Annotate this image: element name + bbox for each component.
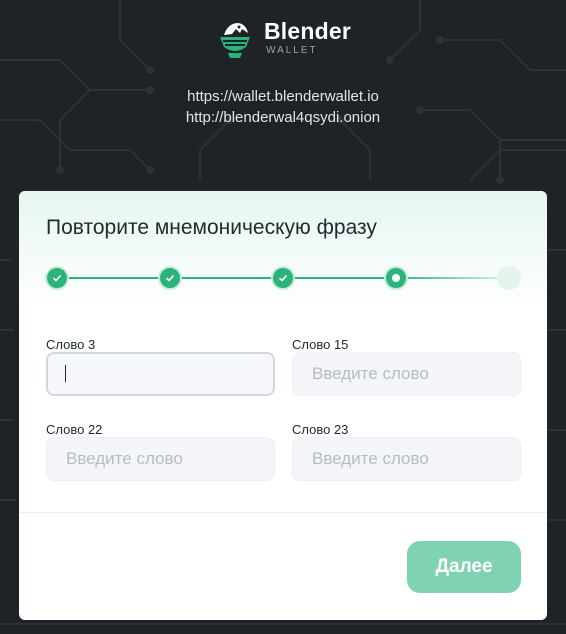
word-label: Слово 22 (46, 422, 103, 437)
step-4-current (384, 266, 408, 290)
card-header-background (19, 191, 547, 311)
word-field-3: Слово 22 (46, 422, 275, 481)
word-field-1: Слово 3 (46, 337, 275, 396)
stepper-line (57, 277, 170, 279)
word-input[interactable] (46, 352, 275, 396)
step-1-complete (45, 266, 69, 290)
checkmark-icon (52, 274, 62, 282)
step-3-complete (271, 266, 295, 290)
brand: Blender WALLET (214, 16, 351, 60)
step-2-complete (158, 266, 182, 290)
stepper-line (396, 277, 509, 279)
word-input[interactable] (292, 437, 521, 481)
word-label: Слово 15 (292, 337, 349, 352)
word-input[interactable] (292, 352, 521, 396)
word-label: Слово 23 (292, 422, 349, 437)
current-step-dot (392, 274, 400, 282)
text-caret (65, 365, 66, 382)
onion-link[interactable]: http://blenderwal4qsydi.onion (0, 107, 566, 128)
word-input[interactable] (46, 437, 275, 481)
checkmark-icon (278, 274, 288, 282)
stepper-line (170, 277, 283, 279)
site-links: https://wallet.blenderwallet.io http://b… (0, 86, 566, 128)
stepper-line (283, 277, 396, 279)
blender-logo-icon (220, 23, 250, 58)
step-5-pending (497, 266, 521, 290)
card-divider (19, 512, 547, 513)
brand-name: Blender (264, 18, 352, 44)
page-title: Повторите мнемоническую фразу (46, 216, 377, 239)
word-field-4: Слово 23 (292, 422, 521, 481)
mnemonic-card: Повторите мнемоническую фразу Слово 3 Сл… (19, 191, 547, 620)
progress-stepper (45, 265, 521, 291)
word-field-2: Слово 15 (292, 337, 521, 396)
clearnet-link[interactable]: https://wallet.blenderwallet.io (0, 86, 566, 107)
word-label: Слово 3 (46, 337, 96, 352)
next-button[interactable]: Далее (407, 541, 521, 593)
brand-subtitle: WALLET (266, 45, 318, 56)
checkmark-icon (165, 274, 175, 282)
